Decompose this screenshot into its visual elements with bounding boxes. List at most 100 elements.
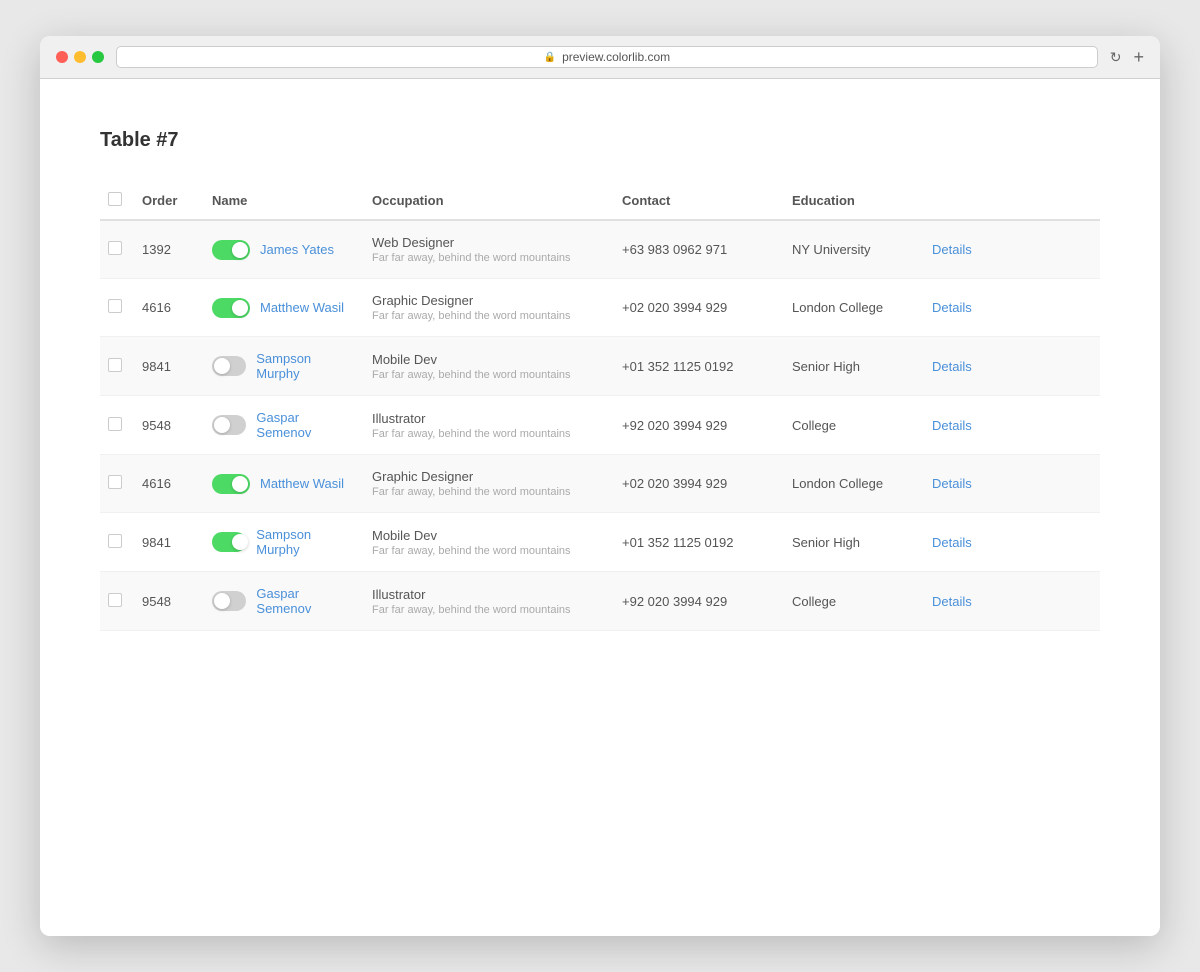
row-name-link[interactable]: Sampson Murphy (256, 351, 348, 381)
row-contact: +02 020 3994 929 (610, 455, 780, 513)
row-checkbox[interactable] (108, 358, 122, 372)
minimize-button[interactable] (74, 51, 86, 63)
row-education: Senior High (780, 513, 920, 572)
row-occupation-cell: Web DesignerFar far away, behind the wor… (360, 220, 610, 279)
row-occupation-cell: Graphic Designer Far far away, behind the… (360, 455, 610, 513)
occupation-sub: Far far away, behind the word mountains (372, 428, 598, 440)
row-education: College (780, 396, 920, 455)
row-occupation-cell: Mobile Dev Far far away, behind the word … (360, 513, 610, 572)
table-row: 4616Matthew WasilGraphic DesignerFar far… (100, 279, 1100, 337)
row-contact: +01 352 1125 0192 (610, 337, 780, 396)
details-link[interactable]: Details (932, 535, 972, 550)
row-name-cell: Matthew Wasil (200, 455, 360, 513)
reload-button[interactable]: ↻ (1110, 49, 1122, 66)
table-row: 1392James YatesWeb DesignerFar far away,… (100, 220, 1100, 279)
row-details-cell: Details (920, 279, 1100, 337)
header-checkbox-cell (100, 182, 130, 220)
header-name: Name (200, 182, 360, 220)
new-tab-button[interactable]: + (1133, 47, 1144, 68)
row-name-cell: Gaspar Semenov (200, 396, 360, 455)
occupation-main: Graphic Designer (372, 293, 598, 308)
occupation-sub: Far far away, behind the word mountains (372, 545, 598, 557)
row-checkbox-cell (100, 220, 130, 279)
row-checkbox[interactable] (108, 593, 122, 607)
occupation-sub: Far far away, behind the word mountains (372, 604, 598, 616)
details-link[interactable]: Details (932, 594, 972, 609)
row-name-link[interactable]: Matthew Wasil (260, 476, 344, 491)
row-details-cell: Details (920, 337, 1100, 396)
row-occupation-cell: Illustrator Far far away, behind the word… (360, 572, 610, 631)
occupation-main: Mobile Dev (372, 528, 598, 543)
row-checkbox-cell (100, 455, 130, 513)
occupation-main: Illustrator (372, 411, 598, 426)
row-contact: +63 983 0962 971 (610, 220, 780, 279)
occupation-main: Mobile Dev (372, 352, 598, 367)
row-details-cell: Details (920, 455, 1100, 513)
row-contact: +02 020 3994 929 (610, 279, 780, 337)
address-bar[interactable]: 🔒 preview.colorlib.com (116, 46, 1098, 68)
row-name-link[interactable]: Sampson Murphy (256, 527, 348, 557)
select-all-checkbox[interactable] (108, 192, 122, 206)
row-name-link[interactable]: Matthew Wasil (260, 300, 344, 315)
row-checkbox[interactable] (108, 417, 122, 431)
details-link[interactable]: Details (932, 476, 972, 491)
toggle-knob (232, 534, 248, 550)
row-education: College (780, 572, 920, 631)
row-checkbox[interactable] (108, 534, 122, 548)
details-link[interactable]: Details (932, 242, 972, 257)
toggle-knob (214, 358, 230, 374)
row-checkbox-cell (100, 513, 130, 572)
browser-toolbar: 🔒 preview.colorlib.com ↻ + (40, 36, 1160, 79)
row-checkbox[interactable] (108, 299, 122, 313)
row-education: Senior High (780, 337, 920, 396)
header-contact: Contact (610, 182, 780, 220)
details-link[interactable]: Details (932, 418, 972, 433)
maximize-button[interactable] (92, 51, 104, 63)
row-order: 9841 (130, 337, 200, 396)
url-text: preview.colorlib.com (562, 50, 670, 64)
row-toggle[interactable] (212, 298, 250, 318)
row-checkbox[interactable] (108, 241, 122, 255)
occupation-sub: Far far away, behind the word mountains (372, 252, 598, 264)
row-occupation-cell: Graphic DesignerFar far away, behind the… (360, 279, 610, 337)
occupation-main: Graphic Designer (372, 469, 598, 484)
row-name-link[interactable]: James Yates (260, 242, 334, 257)
occupation-sub: Far far away, behind the word mountains (372, 369, 598, 381)
row-toggle[interactable] (212, 532, 246, 552)
data-table: Order Name Occupation Contact Education … (100, 182, 1100, 631)
details-link[interactable]: Details (932, 300, 972, 315)
row-toggle[interactable] (212, 415, 246, 435)
toggle-knob (232, 242, 248, 258)
row-name-link[interactable]: Gaspar Semenov (256, 586, 348, 616)
row-details-cell: Details (920, 396, 1100, 455)
close-button[interactable] (56, 51, 68, 63)
row-checkbox-cell (100, 396, 130, 455)
row-toggle[interactable] (212, 591, 246, 611)
row-education: NY University (780, 220, 920, 279)
occupation-main: Illustrator (372, 587, 598, 602)
row-toggle[interactable] (212, 240, 250, 260)
browser-window: 🔒 preview.colorlib.com ↻ + Table #7 Orde… (40, 36, 1160, 936)
row-name-cell: James Yates (200, 220, 360, 279)
table-row: 9548Gaspar SemenovIllustratorFar far awa… (100, 396, 1100, 455)
table-row: 9548 Gaspar Semenov Illustrator Far far awa… (100, 572, 1100, 631)
row-contact: +92 020 3994 929 (610, 396, 780, 455)
row-toggle[interactable] (212, 356, 246, 376)
row-details-cell: Details (920, 513, 1100, 572)
row-name-cell: Sampson Murphy (200, 513, 360, 572)
row-details-cell: Details (920, 220, 1100, 279)
details-link[interactable]: Details (932, 359, 972, 374)
row-name-cell: Sampson Murphy (200, 337, 360, 396)
row-details-cell: Details (920, 572, 1100, 631)
row-checkbox[interactable] (108, 475, 122, 489)
row-order: 9548 (130, 572, 200, 631)
traffic-lights (56, 51, 104, 63)
lock-icon: 🔒 (544, 52, 556, 63)
toggle-knob (214, 593, 230, 609)
row-name-link[interactable]: Gaspar Semenov (256, 410, 348, 440)
row-order: 4616 (130, 455, 200, 513)
table-header-row: Order Name Occupation Contact Education (100, 182, 1100, 220)
row-checkbox-cell (100, 337, 130, 396)
occupation-sub: Far far away, behind the word mountains (372, 486, 598, 498)
row-toggle[interactable] (212, 474, 250, 494)
